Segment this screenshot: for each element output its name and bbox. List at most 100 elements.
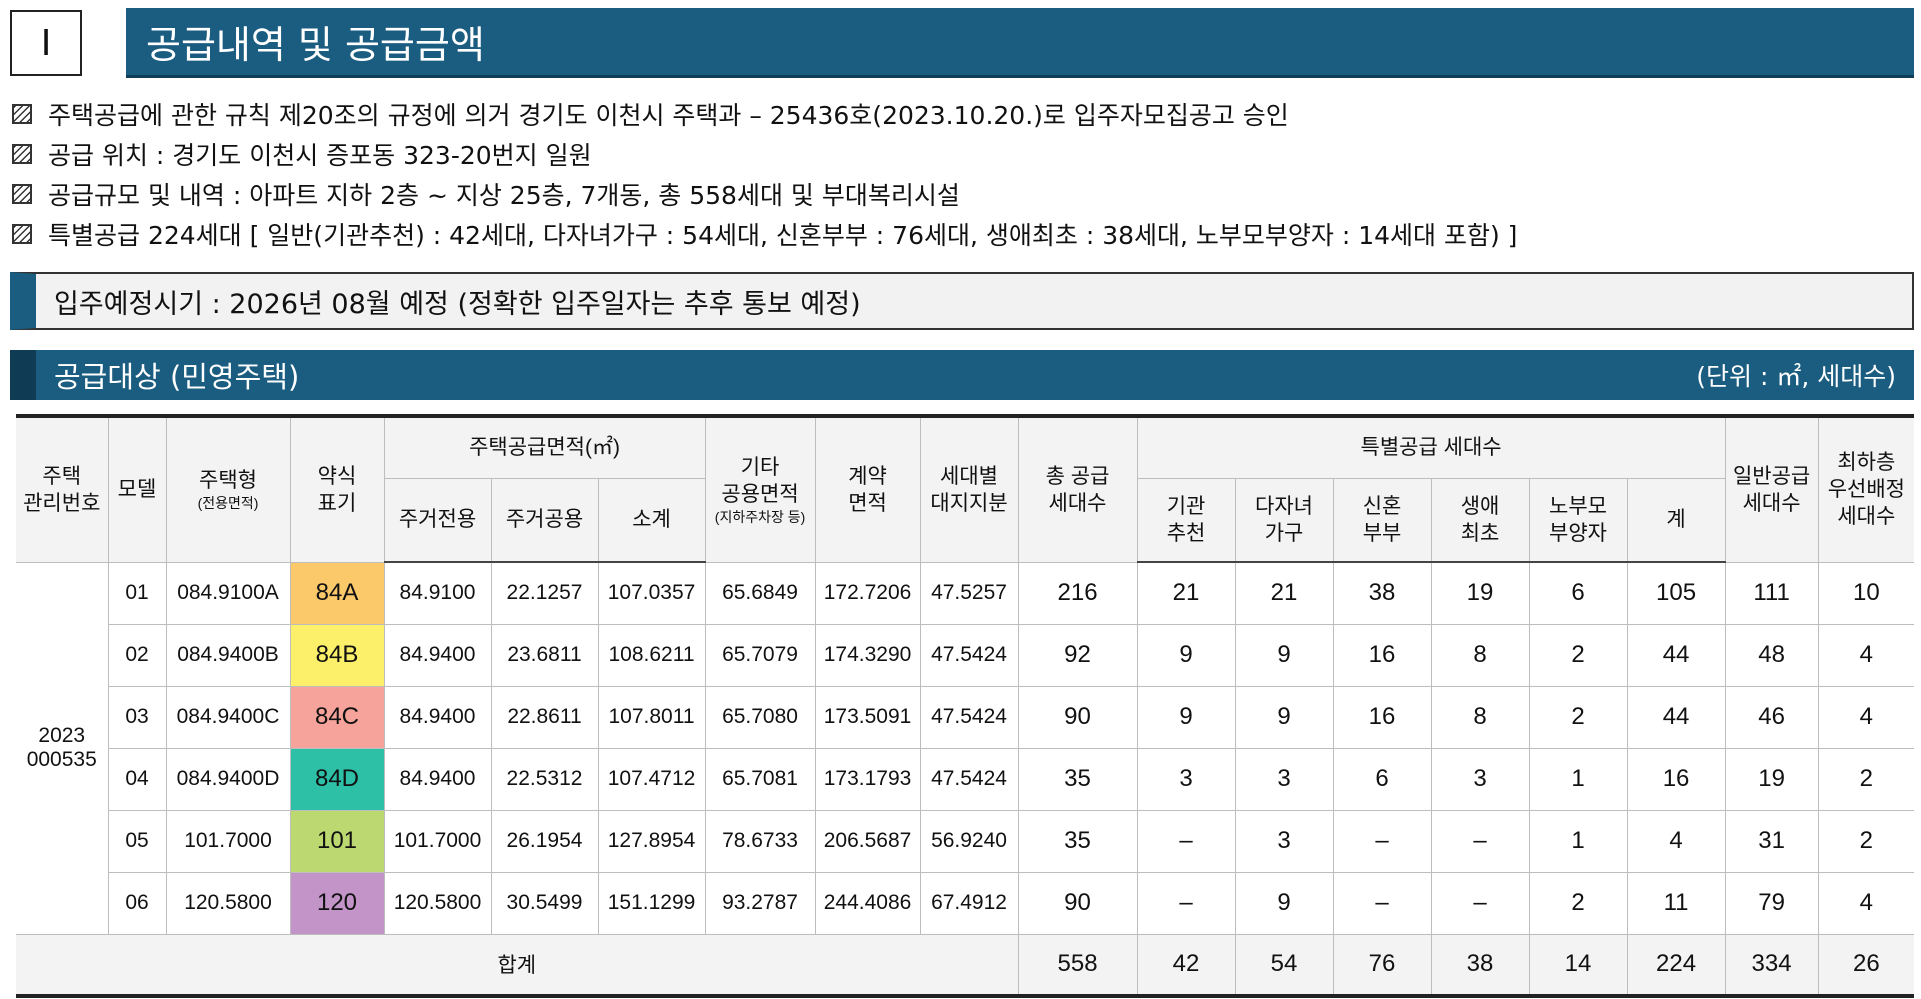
cell-land: 67.4912 xyxy=(919,871,1019,935)
cell-newlywed: 16 xyxy=(1332,685,1432,749)
cell-general: 46 xyxy=(1724,685,1819,749)
cell-firsttime: – xyxy=(1430,871,1530,935)
cell-exclusive: 84.9400 xyxy=(383,747,492,811)
cell-firsttime: 8 xyxy=(1430,623,1530,687)
cell-type: 084.9400B xyxy=(165,623,291,687)
cell-model: 05 xyxy=(108,809,167,873)
cell-general: 31 xyxy=(1724,809,1819,873)
bullet-text: 공급 위치 : 경기도 이천시 증포동 323-20번지 일원 xyxy=(48,141,592,170)
cell-institution: 3 xyxy=(1136,747,1236,811)
cell-exclusive: 84.9100 xyxy=(383,561,492,625)
header-type: 주택형 (전용면적) xyxy=(165,415,291,563)
unit-label: (단위 : ㎡, 세대수) xyxy=(1696,362,1896,391)
cell-common: 26.1954 xyxy=(490,809,599,873)
cell-elderly: 2 xyxy=(1528,685,1628,749)
section-number: Ⅰ xyxy=(40,22,52,64)
cell-abbr: 120 xyxy=(289,871,385,935)
cell-other: 78.6733 xyxy=(704,809,816,873)
cell-common: 30.5499 xyxy=(490,871,599,935)
header-total-supply: 총 공급 세대수 xyxy=(1017,415,1138,563)
cell-subtotal: 108.6211 xyxy=(597,623,706,687)
cell-institution: 9 xyxy=(1136,623,1236,687)
cell-subtotal: 107.4712 xyxy=(597,747,706,811)
cell-firsttime: 19 xyxy=(1430,561,1530,625)
cell-type: 084.9400D xyxy=(165,747,291,811)
bullet-text: 주택공급에 관한 규칙 제20조의 규정에 의거 경기도 이천시 주택과 – 2… xyxy=(48,101,1289,130)
cell-lowest: 2 xyxy=(1817,747,1915,811)
total-firsttime: 38 xyxy=(1430,933,1530,997)
total-label: 합계 xyxy=(16,933,1019,997)
hatched-square-icon xyxy=(12,184,32,204)
cell-subtotal: 107.0357 xyxy=(597,561,706,625)
cell-subtotal: 151.1299 xyxy=(597,871,706,935)
cell-land: 47.5424 xyxy=(919,747,1019,811)
cell-total: 92 xyxy=(1017,623,1138,687)
total-special: 224 xyxy=(1626,933,1726,997)
cell-land: 47.5424 xyxy=(919,685,1019,749)
cell-common: 22.1257 xyxy=(490,561,599,625)
cell-abbr: 84C xyxy=(289,685,385,749)
hatched-square-icon xyxy=(12,224,32,244)
supply-target-bar: 공급대상 (민영주택) (단위 : ㎡, 세대수) xyxy=(10,350,1914,400)
cell-type: 120.5800 xyxy=(165,871,291,935)
cell-abbr: 84A xyxy=(289,561,385,625)
total-supply: 558 xyxy=(1017,933,1138,997)
cell-abbr: 101 xyxy=(289,809,385,873)
header-mgmt-no: 주택 관리번호 xyxy=(16,415,109,563)
cell-model: 04 xyxy=(108,747,167,811)
hatched-square-icon xyxy=(12,104,32,124)
cell-elderly: 1 xyxy=(1528,747,1628,811)
cell-special-total: 44 xyxy=(1626,623,1726,687)
cell-other: 65.7080 xyxy=(704,685,816,749)
table-row: 02 084.9400B 84B 84.9400 23.6811 108.621… xyxy=(16,623,1915,687)
cell-firsttime: – xyxy=(1430,809,1530,873)
cell-multichild: 9 xyxy=(1234,871,1334,935)
header-special-total: 계 xyxy=(1626,477,1726,563)
total-institution: 42 xyxy=(1136,933,1236,997)
total-lowest: 26 xyxy=(1817,933,1915,997)
total-elderly: 14 xyxy=(1528,933,1628,997)
header-firsttime: 생애 최초 xyxy=(1430,477,1530,563)
total-multichild: 54 xyxy=(1234,933,1334,997)
cell-exclusive: 84.9400 xyxy=(383,685,492,749)
header-contract-area: 계약 면적 xyxy=(814,415,921,563)
cell-land: 47.5424 xyxy=(919,623,1019,687)
cell-total: 35 xyxy=(1017,809,1138,873)
cell-multichild: 9 xyxy=(1234,685,1334,749)
cell-exclusive: 120.5800 xyxy=(383,871,492,935)
cell-other: 65.7081 xyxy=(704,747,816,811)
cell-subtotal: 127.8954 xyxy=(597,809,706,873)
cell-other: 65.7079 xyxy=(704,623,816,687)
header-general-supply: 일반공급 세대수 xyxy=(1724,415,1819,563)
table-row: 05 101.7000 101 101.7000 26.1954 127.895… xyxy=(16,809,1915,873)
section-title: 공급내역 및 공급금액 xyxy=(146,23,485,67)
header-multichild: 다자녀 가구 xyxy=(1234,477,1334,563)
move-in-notice: 입주예정시기 : 2026년 08월 예정 (정확한 입주일자는 추후 통보 예… xyxy=(10,272,1914,330)
section-number-box: Ⅰ xyxy=(10,10,82,76)
table-row: 06 120.5800 120 120.5800 30.5499 151.129… xyxy=(16,871,1915,935)
header-subtotal: 소계 xyxy=(597,477,706,563)
cell-model: 02 xyxy=(108,623,167,687)
cell-total: 35 xyxy=(1017,747,1138,811)
cell-common: 22.5312 xyxy=(490,747,599,811)
bullet-item: 공급규모 및 내역 : 아파트 지하 2층 ~ 지상 25층, 7개동, 총 5… xyxy=(12,174,1902,214)
header-model: 모델 xyxy=(107,415,167,563)
bullet-text: 특별공급 224세대 [ 일반(기관추천) : 42세대, 다자녀가구 : 54… xyxy=(48,221,1518,250)
cell-contract: 173.1793 xyxy=(814,747,921,811)
bullet-item: 특별공급 224세대 [ 일반(기관추천) : 42세대, 다자녀가구 : 54… xyxy=(12,214,1902,254)
hatched-square-icon xyxy=(12,144,32,164)
header-newlywed: 신혼 부부 xyxy=(1332,477,1432,563)
cell-general: 111 xyxy=(1724,561,1819,625)
cell-type: 101.7000 xyxy=(165,809,291,873)
cell-newlywed: 38 xyxy=(1332,561,1432,625)
cell-lowest: 4 xyxy=(1817,623,1915,687)
cell-other: 65.6849 xyxy=(704,561,816,625)
cell-institution: – xyxy=(1136,871,1236,935)
cell-special-total: 4 xyxy=(1626,809,1726,873)
cell-abbr: 84D xyxy=(289,747,385,811)
section-title-bar: 공급내역 및 공급금액 xyxy=(126,8,1914,78)
cell-land: 47.5257 xyxy=(919,561,1019,625)
cell-exclusive: 84.9400 xyxy=(383,623,492,687)
cell-institution: 9 xyxy=(1136,685,1236,749)
cell-elderly: 2 xyxy=(1528,623,1628,687)
